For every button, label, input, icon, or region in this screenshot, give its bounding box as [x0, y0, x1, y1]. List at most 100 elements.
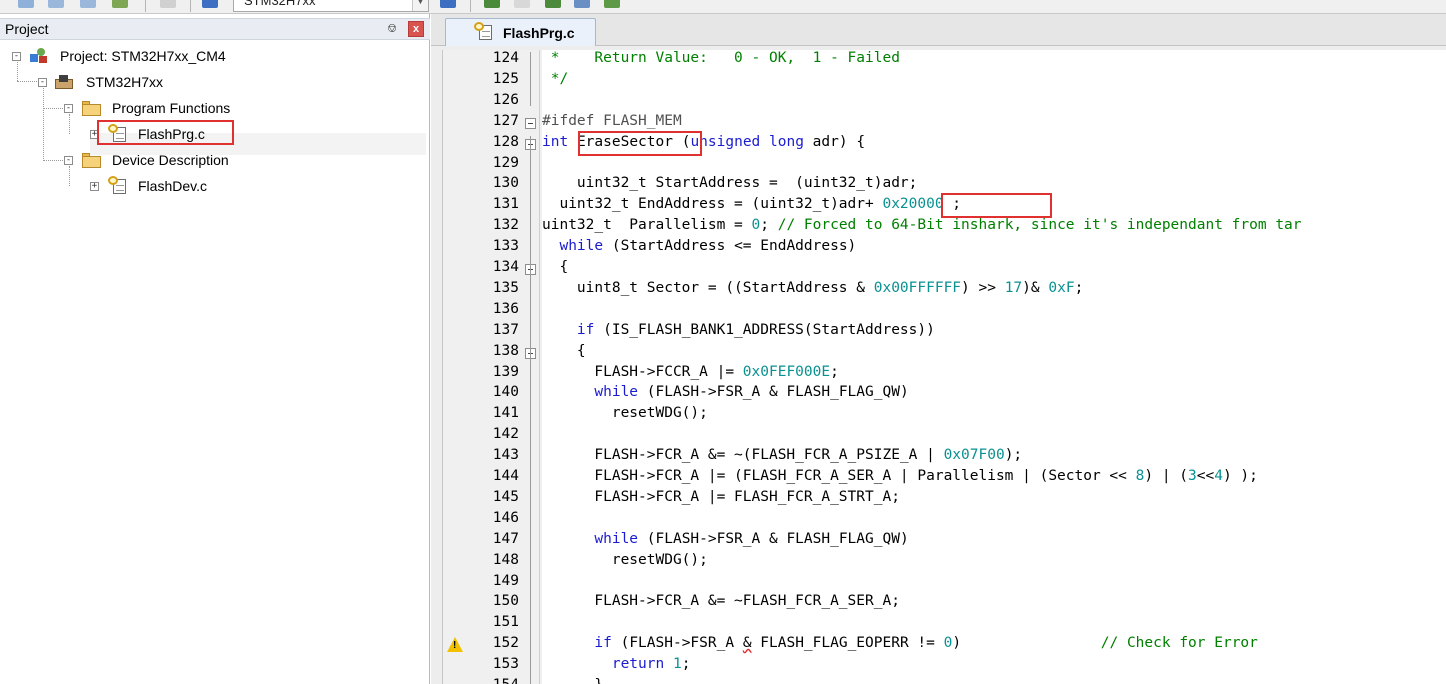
code-line[interactable]: 145 FLASH->FCR_A |= FLASH_FCR_A_STRT_A; — [443, 489, 1446, 510]
collapse-icon[interactable]: - — [12, 52, 21, 61]
tab-flashprg[interactable]: FlashPrg.c — [445, 18, 596, 46]
code-token: #ifdef FLASH_MEM — [542, 112, 682, 129]
highlight-box-code — [941, 193, 1052, 219]
code-token: // Check for Error — [1100, 635, 1258, 652]
code-token: (FLASH->FSR_A — [611, 635, 743, 652]
code-line[interactable]: 137 if (IS_FLASH_BANK1_ADDRESS(StartAddr… — [443, 322, 1446, 343]
code-token: { — [542, 259, 569, 275]
build-icon[interactable] — [112, 0, 128, 8]
c-file-icon — [108, 176, 128, 194]
code-text: FLASH->FCCR_A |= 0x0FEF000E; — [542, 363, 838, 380]
code-line[interactable]: 142 — [443, 426, 1446, 447]
code-line[interactable]: 151 — [443, 614, 1446, 635]
tree-item-group-device-description[interactable]: - Device Description — [0, 150, 430, 172]
open-icon[interactable] — [18, 0, 34, 8]
code-token: 0x0FEF000E — [742, 363, 831, 380]
code-token: 0x20000 — [882, 196, 944, 213]
line-number: 126 — [492, 91, 519, 108]
code-text: while (FLASH->FSR_A & FLASH_FLAG_QW) — [542, 530, 909, 547]
line-number: 145 — [492, 488, 519, 505]
code-line[interactable]: 143 FLASH->FCR_A &= ~(FLASH_FCR_A_PSIZE_… — [443, 447, 1446, 468]
debug-icon[interactable] — [484, 0, 500, 8]
editor-tab-strip: FlashPrg.c — [431, 14, 1446, 46]
code-line[interactable]: 150 FLASH->FCR_A &= ~FLASH_FCR_A_SER_A; — [443, 593, 1446, 614]
tree-item-label: FlashDev.c — [138, 178, 207, 194]
code-line[interactable]: 135 uint8_t Sector = ((StartAddress & 0x… — [443, 280, 1446, 301]
code-token: uint32_t EndAddress = (uint32_t)adr+ — [542, 196, 883, 213]
pack-installer-icon[interactable] — [545, 0, 561, 8]
code-line[interactable]: 140 while (FLASH->FSR_A & FLASH_FLAG_QW) — [443, 384, 1446, 405]
code-line[interactable]: 132 uint32_t Parallelism = 0; // Forced t… — [443, 217, 1446, 238]
code-token: while — [559, 238, 604, 255]
code-line[interactable]: 138 { — [443, 343, 1446, 364]
code-line[interactable]: 129 — [443, 155, 1446, 176]
pin-icon[interactable]: ⎊ — [386, 21, 398, 37]
code-line[interactable]: 153 return 1; — [443, 656, 1446, 677]
line-number: 128 — [492, 133, 519, 150]
code-line[interactable]: 144 FLASH->FCR_A |= (FLASH_FCR_A_SER_A |… — [443, 468, 1446, 489]
wizard-icon[interactable] — [574, 0, 590, 8]
target-selector[interactable]: STM32H7xx ▼ — [233, 0, 429, 12]
code-line[interactable]: 149 — [443, 573, 1446, 594]
tree-item-project[interactable]: - Project: STM32H7xx_CM4 — [0, 46, 430, 68]
tree-item-file-flashdev[interactable]: + FlashDev.c — [0, 176, 430, 198]
save-icon[interactable] — [48, 0, 64, 8]
expand-icon[interactable]: + — [90, 182, 99, 191]
code-line[interactable]: 139 FLASH->FCCR_A |= 0x0FEF000E; — [443, 364, 1446, 385]
code-line[interactable]: 147 while (FLASH->FSR_A & FLASH_FLAG_QW) — [443, 531, 1446, 552]
warning-icon[interactable] — [447, 637, 463, 653]
tree-item-target[interactable]: - STM32H7xx — [0, 72, 430, 94]
code-line[interactable]: 154 } — [443, 677, 1446, 684]
line-number: 149 — [492, 572, 519, 589]
code-text: return 1; — [542, 656, 691, 672]
line-number: 131 — [492, 196, 519, 213]
chevron-down-icon[interactable]: ▼ — [412, 0, 428, 11]
line-number: 133 — [492, 238, 519, 255]
line-number: 136 — [492, 300, 519, 317]
code-text: uint32_t StartAddress = (uint32_t)adr; — [542, 175, 917, 191]
collapse-icon[interactable]: - — [38, 78, 47, 87]
collapse-icon[interactable]: - — [64, 156, 73, 165]
code-line[interactable]: 152 if (FLASH->FSR_A & FLASH_FLAG_EOPERR… — [443, 635, 1446, 656]
code-line[interactable]: 141 resetWDG(); — [443, 405, 1446, 426]
code-token: )& — [1022, 279, 1049, 296]
code-line[interactable]: 134 { — [443, 259, 1446, 280]
code-text: if (FLASH->FSR_A & FLASH_FLAG_EOPERR != … — [542, 635, 1258, 651]
save-all-icon[interactable] — [80, 0, 96, 8]
load-icon[interactable] — [604, 0, 620, 8]
target-selector-value: STM32H7xx — [244, 0, 316, 8]
code-text: resetWDG(); — [542, 552, 708, 568]
code-token: uint32_t Parallelism = — [542, 217, 752, 234]
fold-collapse-icon[interactable] — [525, 117, 536, 129]
code-token: ); — [1004, 447, 1023, 464]
code-token: (FLASH->FSR_A & FLASH_FLAG_QW) — [638, 530, 909, 547]
line-number: 142 — [492, 426, 519, 443]
folder-icon — [82, 153, 102, 168]
collapse-icon[interactable]: - — [64, 104, 73, 113]
copy-icon[interactable] — [514, 0, 530, 8]
code-token: (IS_FLASH_BANK1_ADDRESS(StartAddress)) — [594, 321, 935, 338]
download-icon[interactable] — [160, 0, 176, 8]
code-line[interactable]: 136 — [443, 301, 1446, 322]
tree-item-group-program-functions[interactable]: - Program Functions — [0, 98, 430, 120]
manage-components-icon[interactable] — [440, 0, 456, 8]
code-token: 3 — [1188, 468, 1197, 484]
line-number: 139 — [492, 363, 519, 380]
tree-item-label: Project: STM32H7xx_CM4 — [60, 48, 226, 64]
tree-item-label: STM32H7xx — [86, 74, 164, 90]
code-line[interactable]: 124 * Return Value: 0 - OK, 1 - Failed — [443, 50, 1446, 71]
options-icon[interactable] — [202, 0, 218, 8]
code-line[interactable]: 126 — [443, 92, 1446, 113]
code-line[interactable]: 148 resetWDG(); — [443, 552, 1446, 573]
code-token: // Forced to 64-Bit inshark, since it's … — [777, 217, 1302, 234]
close-pane-button[interactable]: x — [408, 21, 424, 37]
code-line[interactable]: 146 — [443, 510, 1446, 531]
code-editor[interactable]: 124 * Return Value: 0 - OK, 1 - Failed 12… — [442, 50, 1446, 684]
code-token: uint8_t Sector = ((StartAddress & — [542, 279, 874, 296]
highlight-box-code — [578, 130, 702, 156]
code-line[interactable]: 133 while (StartAddress <= EndAddress) — [443, 238, 1446, 259]
code-line[interactable]: 125 */ — [443, 71, 1446, 92]
